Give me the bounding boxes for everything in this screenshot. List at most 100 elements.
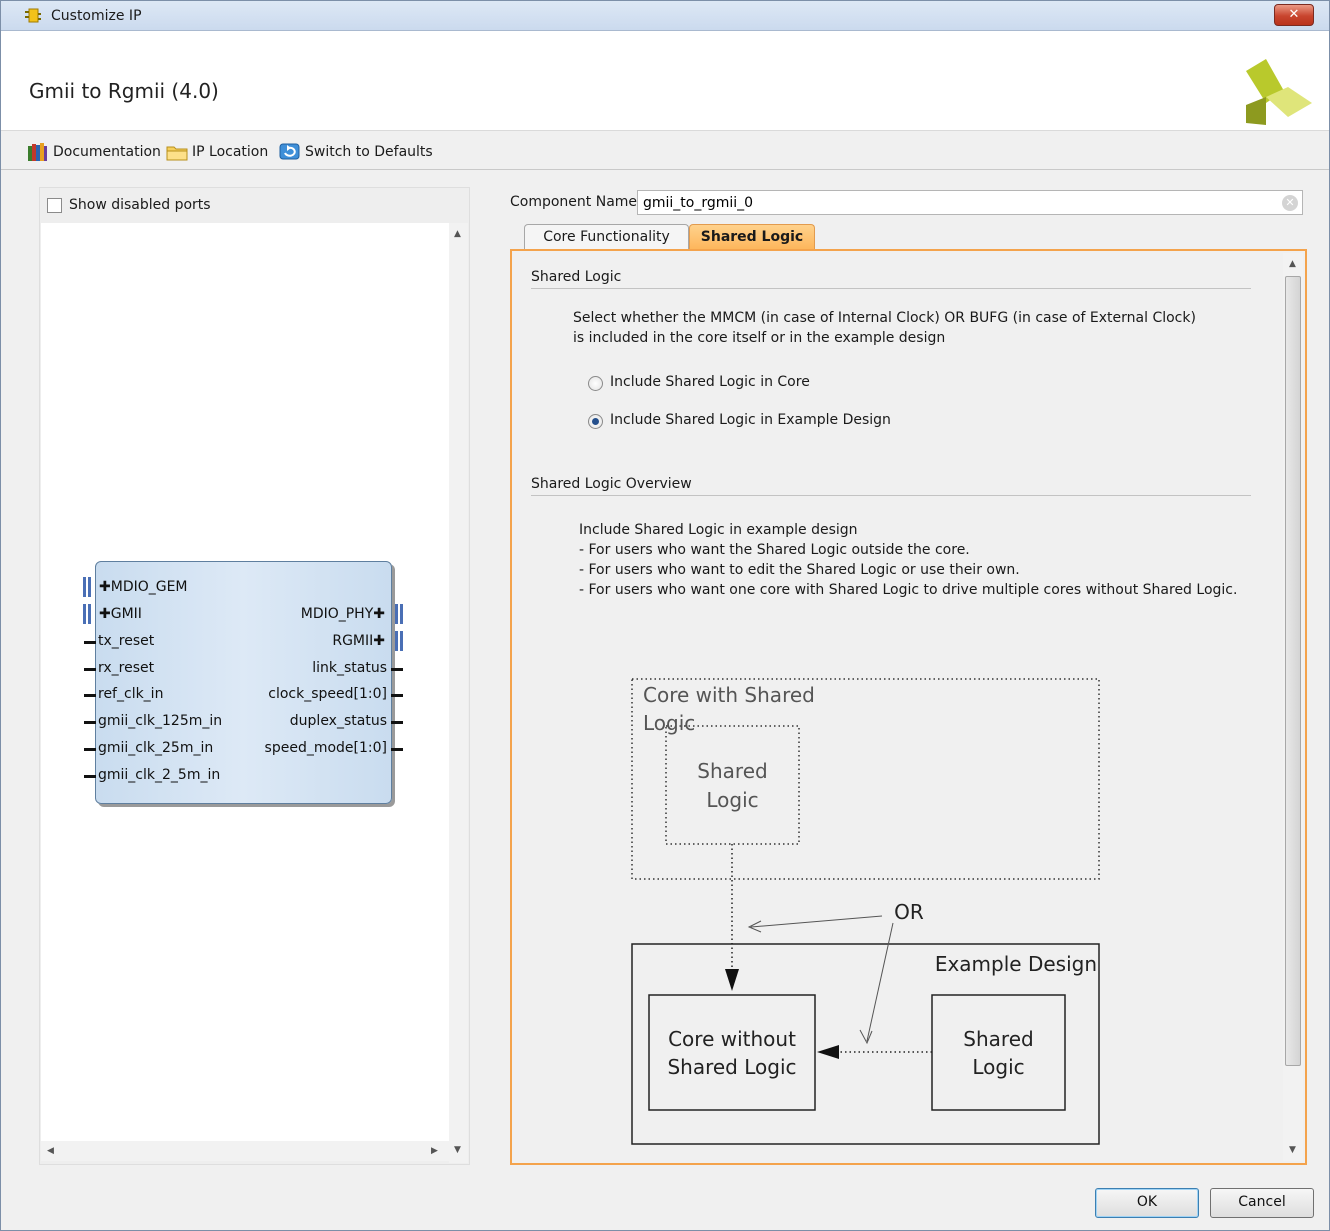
ip-location-label: IP Location: [192, 144, 269, 160]
left-horizontal-scrollbar[interactable]: ◀ ▶: [41, 1141, 449, 1161]
show-disabled-ports-label: Show disabled ports: [69, 197, 211, 213]
shared-logic-a-line2: Logic: [706, 788, 759, 812]
port-rgmii[interactable]: RGMII✚: [263, 633, 385, 649]
port-ref-clk-in[interactable]: ref_clk_in: [98, 686, 163, 702]
core-without-line1: Core without: [668, 1027, 796, 1051]
port-mdio-gem[interactable]: ✚MDIO_GEM: [99, 579, 188, 595]
shared-logic-inner-box: [665, 725, 800, 845]
port-wire: [391, 748, 403, 751]
port-gmii[interactable]: ✚GMII: [99, 606, 142, 622]
port-speed-mode[interactable]: speed_mode[1:0]: [231, 740, 387, 756]
port-wire: [84, 775, 96, 778]
window-title: Customize IP: [51, 8, 142, 24]
scroll-up-arrow-icon[interactable]: ▲: [1289, 259, 1296, 269]
port-rx-reset[interactable]: rx_reset: [98, 660, 154, 676]
folder-icon: [166, 146, 188, 161]
overview-line-1: Include Shared Logic in example design: [579, 522, 858, 538]
arrow-down-icon: [725, 969, 739, 991]
tab-shared-logic[interactable]: Shared Logic: [689, 224, 815, 250]
show-disabled-ports-checkbox[interactable]: Show disabled ports: [47, 197, 211, 213]
port-tx-reset[interactable]: tx_reset: [98, 633, 154, 649]
or-pointer-left: [750, 915, 883, 928]
port-wire: [391, 668, 403, 671]
shared-logic-a-line1: Shared: [697, 759, 768, 783]
close-button[interactable]: ✕: [1274, 4, 1314, 26]
clear-input-icon[interactable]: ✕: [1282, 195, 1298, 211]
port-duplex-status[interactable]: duplex_status: [231, 713, 387, 729]
documentation-button[interactable]: Documentation: [27, 142, 161, 162]
bus-connector-icon: [395, 631, 404, 651]
title-bar[interactable]: Customize IP ✕: [1, 1, 1329, 31]
tab-core-functionality[interactable]: Core Functionality: [524, 224, 689, 250]
overview-line-2: - For users who want the Shared Logic ou…: [579, 542, 970, 558]
option-core-label[interactable]: Include Shared Logic in Core: [610, 374, 810, 390]
books-icon: [28, 143, 47, 161]
shared-logic-b-line2: Logic: [972, 1055, 1025, 1079]
expand-plus-icon[interactable]: ✚: [99, 579, 111, 595]
radio-shared-logic-in-example[interactable]: [588, 414, 603, 429]
ok-button[interactable]: OK: [1095, 1188, 1199, 1218]
scrollbar-thumb[interactable]: [1285, 276, 1301, 1066]
overview-section-title: Shared Logic Overview: [531, 476, 692, 492]
overview-line-3: - For users who want to edit the Shared …: [579, 562, 1020, 578]
scroll-down-arrow-icon[interactable]: ▼: [1289, 1145, 1296, 1155]
shared-logic-section-title: Shared Logic: [531, 269, 622, 285]
port-label: GMII: [110, 606, 142, 622]
port-mdio-phy[interactable]: MDIO_PHY✚: [263, 606, 385, 622]
checkbox-box[interactable]: [47, 197, 62, 213]
or-pointer-down: [866, 922, 894, 1042]
port-wire: [84, 668, 96, 671]
port-gmii-clk-2-5m-in[interactable]: gmii_clk_2_5m_in: [98, 767, 220, 783]
component-name-label: Component Name: [510, 194, 638, 210]
arrow-left-icon: [817, 1045, 839, 1059]
component-name-input[interactable]: [637, 190, 1303, 215]
scroll-down-arrow-icon[interactable]: ▼: [454, 1145, 461, 1155]
scroll-up-arrow-icon[interactable]: ▲: [454, 229, 461, 239]
port-label: MDIO_GEM: [110, 579, 188, 595]
documentation-label: Documentation: [53, 144, 161, 160]
description-line-1: Select whether the MMCM (in case of Inte…: [573, 310, 1196, 326]
description-line-2: is included in the core itself or in the…: [573, 330, 946, 346]
scroll-right-arrow-icon[interactable]: ▶: [431, 1146, 438, 1156]
port-wire: [84, 641, 96, 644]
ip-title: Gmii to Rgmii (4.0): [29, 79, 219, 103]
dialog-header: Gmii to Rgmii (4.0): [1, 31, 1329, 131]
bus-connector-icon: [83, 577, 92, 597]
port-gmii-clk-25m-in[interactable]: gmii_clk_25m_in: [98, 740, 213, 756]
option-example-label[interactable]: Include Shared Logic in Example Design: [610, 412, 891, 428]
core-without-line2: Shared Logic: [667, 1055, 797, 1079]
port-gmii-clk-125m-in[interactable]: gmii_clk_125m_in: [98, 713, 222, 729]
port-label: RGMII: [332, 633, 374, 649]
refresh-icon: [279, 143, 300, 160]
ip-app-icon: [25, 8, 41, 23]
shared-logic-b-line1: Shared: [963, 1027, 1034, 1051]
bus-connector-icon: [395, 604, 404, 624]
scroll-left-arrow-icon[interactable]: ◀: [47, 1146, 54, 1156]
toolbar: Documentation IP Location Switch to Defa…: [1, 132, 1329, 170]
port-wire: [391, 721, 403, 724]
port-wire: [84, 721, 96, 724]
overview-line-4: - For users who want one core with Share…: [579, 582, 1238, 598]
expand-plus-icon[interactable]: ✚: [99, 606, 111, 622]
port-label: MDIO_PHY: [300, 606, 374, 622]
expand-plus-icon[interactable]: ✚: [373, 606, 385, 622]
section-divider: [531, 495, 1251, 496]
cancel-button[interactable]: Cancel: [1210, 1188, 1314, 1218]
left-vertical-scrollbar[interactable]: ▲ ▼: [449, 223, 468, 1163]
radio-shared-logic-in-core[interactable]: [588, 376, 603, 391]
ip-location-button[interactable]: IP Location: [166, 142, 268, 162]
port-link-status[interactable]: link_status: [231, 660, 387, 676]
switch-defaults-button[interactable]: Switch to Defaults: [279, 142, 433, 162]
port-clock-speed[interactable]: clock_speed[1:0]: [231, 686, 387, 702]
core-with-shared-logic-label: Core with Shared Logic: [643, 683, 815, 735]
port-wire: [391, 694, 403, 697]
expand-plus-icon[interactable]: ✚: [373, 633, 385, 649]
xilinx-logo-icon: [1246, 59, 1312, 125]
switch-defaults-label: Switch to Defaults: [305, 144, 433, 160]
port-wire: [84, 694, 96, 697]
port-wire: [84, 748, 96, 751]
or-label: OR: [894, 900, 924, 924]
bus-connector-icon: [83, 604, 92, 624]
customize-ip-window: Customize IP ✕ Gmii to Rgmii (4.0) Docum…: [0, 0, 1330, 1231]
section-divider: [531, 288, 1251, 289]
